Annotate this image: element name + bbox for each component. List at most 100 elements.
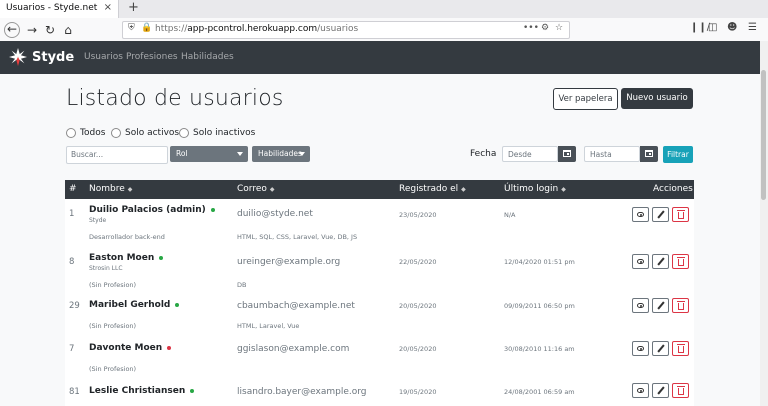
- back-arrow-icon[interactable]: ←: [4, 22, 20, 38]
- filter-button[interactable]: Filtrar: [663, 146, 693, 163]
- search-field[interactable]: [66, 146, 168, 164]
- edit-user-button[interactable]: [652, 207, 669, 222]
- radio-solo-inactivos[interactable]: Solo inactivos: [179, 128, 255, 138]
- header-id: #: [69, 184, 77, 194]
- user-name-link[interactable]: Davonte Moen: [89, 343, 172, 353]
- chevron-down-icon: [299, 152, 305, 156]
- table-header: # Nombre ◆ Correo ◆ Registrado el ◆ Último …: [65, 180, 694, 199]
- last-login: 30/08/2010 11:16 am: [504, 345, 575, 353]
- role-select[interactable]: Rol: [170, 146, 248, 162]
- nav-usuarios[interactable]: Usuarios: [84, 52, 123, 62]
- view-user-button[interactable]: [632, 254, 649, 269]
- user-name: Duilio Palacios (admin): [89, 205, 206, 215]
- user-email: duilio@styde.net: [237, 209, 313, 219]
- brand-name: Styde: [32, 49, 75, 65]
- radio-todos[interactable]: Todos: [66, 128, 105, 138]
- nav-profesiones[interactable]: Profesiones: [126, 52, 178, 62]
- eye-icon: [637, 303, 644, 308]
- user-name-link[interactable]: Leslie Christiansen: [89, 386, 195, 396]
- reload-icon[interactable]: ↻: [42, 22, 58, 38]
- user-name-link[interactable]: Duilio Palacios (admin): [89, 205, 215, 215]
- account-icon[interactable]: ☻: [727, 22, 737, 33]
- tab-close-icon[interactable]: ×: [104, 2, 112, 13]
- view-user-button[interactable]: [632, 298, 649, 313]
- home-icon[interactable]: ⌂: [60, 22, 76, 38]
- row-id: 29: [69, 301, 80, 311]
- last-login: 09/09/2011 06:50 pm: [504, 302, 575, 310]
- user-name-link[interactable]: Easton Moen: [89, 253, 164, 263]
- delete-user-button[interactable]: [672, 298, 689, 313]
- search-input[interactable]: [67, 147, 167, 161]
- delete-user-button[interactable]: [672, 254, 689, 269]
- chevron-down-icon: [237, 152, 243, 156]
- table-row: 7 Davonte Moen ggislason@example.com 20/…: [65, 337, 694, 381]
- forward-arrow-icon[interactable]: →: [24, 22, 40, 38]
- styde-logo-icon: [9, 48, 27, 66]
- extension-icon[interactable]: ⚙: [541, 23, 549, 33]
- sort-icon[interactable]: ◆: [561, 186, 566, 193]
- browser-toolbar: ← → ↻ ⌂ ⛨ 🔒 https://app-pcontrol.herokua…: [0, 18, 768, 42]
- row-id: 81: [69, 387, 80, 397]
- view-user-button[interactable]: [632, 341, 649, 356]
- table-row: 81 Leslie Christiansen lisandro.bayer@ex…: [65, 380, 694, 406]
- browser-tab[interactable]: Usuarios - Styde.net ×: [0, 0, 119, 18]
- edit-user-button[interactable]: [652, 341, 669, 356]
- brand[interactable]: Styde: [9, 48, 74, 66]
- scrollbar-thumb[interactable]: [761, 70, 766, 200]
- radio-label: Solo inactivos: [193, 128, 256, 138]
- header-registered[interactable]: Registrado el ◆: [399, 184, 466, 194]
- sort-icon[interactable]: ◆: [461, 186, 466, 193]
- view-user-button[interactable]: [632, 383, 649, 398]
- header-name[interactable]: Nombre ◆: [89, 184, 132, 194]
- url-text[interactable]: https://app-pcontrol.herokuapp.com/usuar…: [155, 24, 358, 34]
- date-to-input[interactable]: Hasta: [584, 146, 640, 162]
- edit-user-button[interactable]: [652, 298, 669, 313]
- calendar-icon: [645, 150, 653, 157]
- delete-user-button[interactable]: [672, 341, 689, 356]
- bookmark-star-icon[interactable]: ☆: [555, 23, 563, 33]
- sort-icon[interactable]: ◆: [270, 186, 275, 193]
- delete-user-button[interactable]: [672, 383, 689, 398]
- nav-habilidades[interactable]: Habilidades: [181, 52, 234, 62]
- radio-circle[interactable]: [111, 128, 121, 138]
- header-last-login[interactable]: Último login ◆: [504, 184, 566, 194]
- sort-icon[interactable]: ◆: [128, 186, 133, 193]
- registered-date: 23/05/2020: [399, 211, 437, 219]
- page-title: Listado de usuarios: [66, 86, 284, 111]
- edit-user-button[interactable]: [652, 254, 669, 269]
- last-login: N/A: [504, 211, 516, 219]
- new-user-button[interactable]: Nuevo usuario: [621, 88, 693, 109]
- view-trash-button[interactable]: Ver papelera: [553, 88, 618, 110]
- page-actions-icon[interactable]: •••: [523, 23, 539, 33]
- url-bar[interactable]: ⛨ 🔒 https://app-pcontrol.herokuapp.com/u…: [122, 21, 570, 39]
- eye-icon: [637, 388, 644, 393]
- eye-icon: [637, 259, 644, 264]
- last-login: 24/08/2001 06:59 am: [504, 388, 575, 396]
- header-email[interactable]: Correo ◆: [237, 184, 275, 194]
- user-name: Leslie Christiansen: [89, 386, 186, 396]
- radio-circle[interactable]: [66, 128, 76, 138]
- radio-circle[interactable]: [179, 128, 189, 138]
- date-from-input[interactable]: Desde: [502, 146, 558, 162]
- user-name-link[interactable]: Maribel Gerhold: [89, 300, 180, 310]
- date-from-calendar-button[interactable]: [558, 146, 576, 162]
- user-name: Maribel Gerhold: [89, 300, 171, 310]
- radio-solo-activos[interactable]: Solo activos: [111, 128, 179, 138]
- header-name-label: Nombre: [89, 184, 125, 194]
- date-to-placeholder: Hasta: [590, 150, 612, 159]
- header-actions: Acciones: [653, 184, 693, 194]
- menu-icon[interactable]: ☰: [748, 22, 757, 33]
- lock-icon[interactable]: 🔒: [141, 23, 152, 33]
- view-user-button[interactable]: [632, 207, 649, 222]
- sidebar-icon[interactable]: ◫: [708, 22, 717, 33]
- date-from-placeholder: Desde: [508, 150, 532, 159]
- shield-icon[interactable]: ⛨: [128, 23, 135, 33]
- status-active-dot: [175, 302, 180, 307]
- row-id: 7: [69, 344, 75, 354]
- new-tab-icon[interactable]: +: [128, 0, 139, 15]
- skills-select[interactable]: Habilidades: [252, 146, 310, 162]
- user-profession: Desarrollador back-end: [89, 233, 165, 241]
- delete-user-button[interactable]: [672, 207, 689, 222]
- edit-user-button[interactable]: [652, 383, 669, 398]
- date-to-calendar-button[interactable]: [640, 146, 658, 162]
